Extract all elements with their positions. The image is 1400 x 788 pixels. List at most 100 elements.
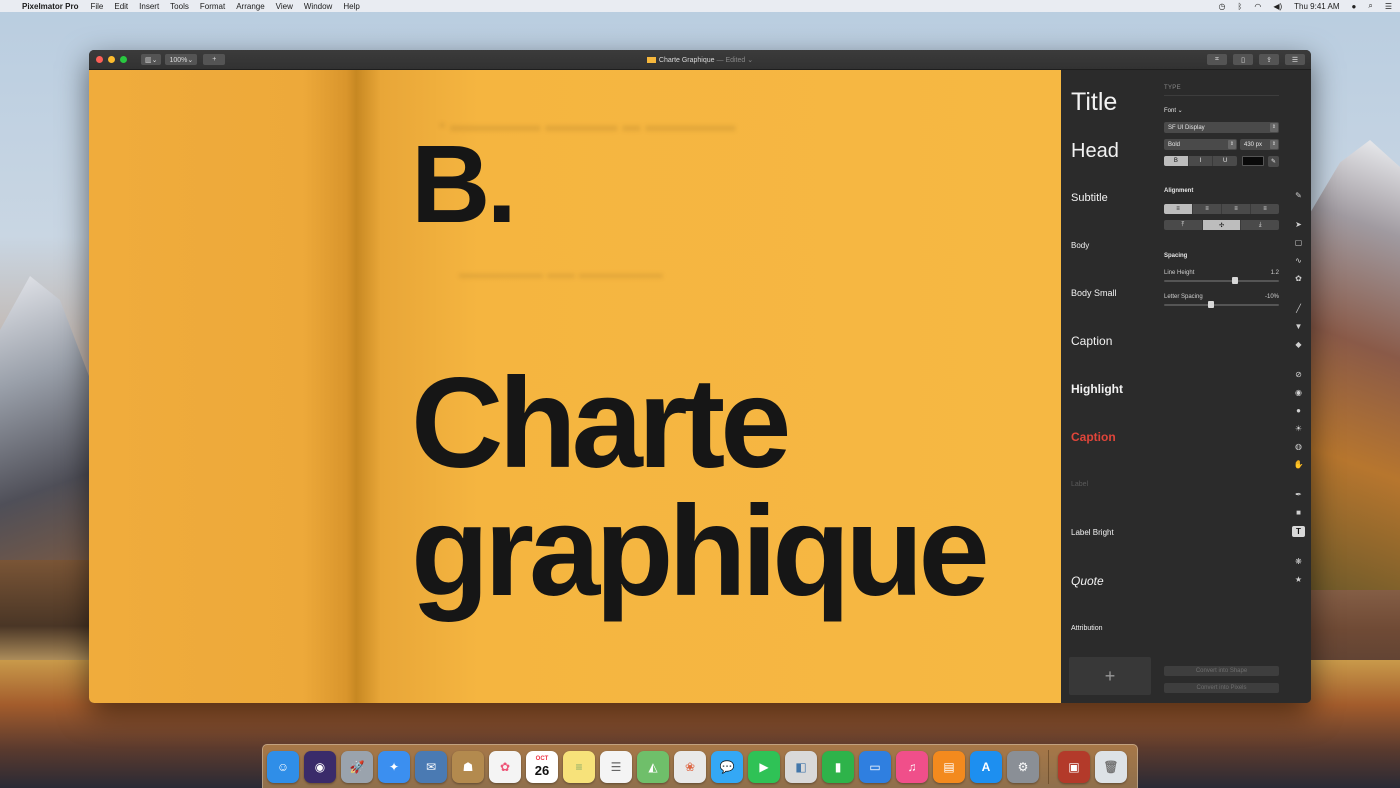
maps-icon[interactable]: ◭ (637, 750, 669, 783)
align-justify-button[interactable]: ≡ (1251, 204, 1279, 214)
ibooks-icon[interactable]: ▤ (933, 750, 965, 783)
document-canvas[interactable]: ▪ ▬▬▬▬▬ ▬▬▬▬ ▬ ▬▬▬▬▬ ▬▬▬▬▬▬ ▬▬ ▬▬▬▬▬▬ B.… (89, 70, 1061, 703)
style-attribution[interactable]: Attribution (1071, 625, 1103, 632)
align-bottom-button[interactable]: ⤓ (1241, 220, 1279, 230)
menu-window[interactable]: Window (304, 2, 332, 11)
launchpad-icon[interactable]: 🚀 (341, 750, 373, 783)
pixelmator-pro-icon[interactable]: ▣ (1058, 750, 1090, 783)
line-height-value[interactable]: 1.2 (1271, 270, 1279, 276)
volume-icon[interactable]: ◀) (1273, 2, 1282, 11)
view-mode-button[interactable]: ▥⌄ (141, 54, 162, 65)
crop-icon[interactable]: ⌗ (1207, 54, 1227, 65)
eraser-icon[interactable]: ◆ (1292, 339, 1305, 350)
notification-center-icon[interactable]: ☰ (1385, 2, 1392, 11)
notes-icon[interactable]: ≡ (563, 750, 595, 783)
document-info-icon[interactable]: ▯ (1233, 54, 1253, 65)
align-center-button[interactable]: ≡ (1193, 204, 1222, 214)
spotlight-icon[interactable]: ⌕ (1368, 1, 1372, 11)
edited-status[interactable]: — Edited ⌄ (717, 57, 754, 64)
tools-panel-icon[interactable]: ☰ (1285, 54, 1305, 65)
font-label[interactable]: Font ⌄ (1164, 107, 1183, 114)
style-subtitle[interactable]: Subtitle (1071, 192, 1108, 204)
menu-insert[interactable]: Insert (139, 2, 159, 11)
menu-arrange[interactable]: Arrange (236, 2, 264, 11)
menu-help[interactable]: Help (343, 2, 359, 11)
time-machine-icon[interactable]: ◷ (1219, 2, 1226, 11)
trash-icon[interactable]: 🗑 (1095, 750, 1127, 783)
style-caption-red[interactable]: Caption (1071, 430, 1116, 444)
canvas-letter-b[interactable]: B. (411, 130, 517, 240)
app-menu[interactable]: Pixelmator Pro (22, 2, 78, 11)
style-highlight[interactable]: Highlight (1071, 382, 1123, 396)
add-button[interactable]: + (203, 54, 226, 65)
photos-library-icon[interactable]: ❀ (674, 750, 706, 783)
share-icon[interactable]: ⇪ (1259, 54, 1279, 65)
pen-tool-icon[interactable]: ✒ (1292, 489, 1305, 500)
zoom-button[interactable]: 100%⌄ (165, 54, 198, 65)
close-window-button[interactable] (96, 56, 103, 63)
clone-tool-icon[interactable]: ◉ (1292, 387, 1305, 398)
style-body[interactable]: Body (1071, 241, 1089, 250)
menu-format[interactable]: Format (200, 2, 225, 11)
menubar-clock[interactable]: Thu 9:41 AM (1294, 2, 1339, 11)
paint-brush-icon[interactable]: ╱ (1292, 303, 1305, 314)
lighten-tool-icon[interactable]: ☀ (1292, 423, 1305, 434)
photos-icon[interactable]: ✿ (489, 750, 521, 783)
underline-button[interactable]: U (1213, 156, 1237, 166)
letter-spacing-track[interactable] (1164, 304, 1279, 306)
sponge-tool-icon[interactable]: ◍ (1292, 441, 1305, 452)
wifi-icon[interactable]: ◠ (1254, 2, 1261, 11)
style-caption[interactable]: Caption (1071, 334, 1112, 348)
selection-tool-icon[interactable]: ▢ (1292, 237, 1305, 248)
align-right-button[interactable]: ≡ (1222, 204, 1251, 214)
font-family-select[interactable]: SF UI Display ⇕ (1164, 122, 1279, 133)
finder-icon[interactable]: ☺ (267, 750, 299, 783)
minimize-window-button[interactable] (108, 56, 115, 63)
style-label-bright[interactable]: Label Bright (1071, 528, 1114, 537)
style-quote[interactable]: Quote (1071, 574, 1104, 588)
bluetooth-icon[interactable]: ᛒ (1238, 2, 1243, 11)
line-height-track[interactable] (1164, 280, 1279, 282)
style-tool-icon[interactable]: ✎ (1292, 190, 1305, 201)
font-size-field[interactable]: 430 px ⇕ (1240, 139, 1279, 150)
mail-stamp-icon[interactable]: ✉ (415, 750, 447, 783)
arrange-tool-icon[interactable]: ➤ (1292, 219, 1305, 230)
menu-view[interactable]: View (276, 2, 293, 11)
quick-selection-icon[interactable]: ✿ (1292, 273, 1305, 284)
app-store-icon[interactable]: A (970, 750, 1002, 783)
style-title[interactable]: Title (1071, 88, 1117, 117)
calendar-icon[interactable]: OCT 26 (526, 750, 558, 783)
siri-icon[interactable]: ◉ (304, 750, 336, 783)
text-color-swatch[interactable] (1242, 156, 1264, 166)
fullscreen-window-button[interactable] (120, 56, 127, 63)
align-left-button[interactable]: ≡ (1164, 204, 1193, 214)
line-height-thumb[interactable] (1232, 277, 1238, 284)
eyedropper-icon[interactable]: ✎ (1268, 156, 1279, 167)
menu-file[interactable]: File (90, 2, 103, 11)
user-icon[interactable]: ● (1352, 2, 1357, 11)
bold-button[interactable]: B (1164, 156, 1189, 166)
messages-icon[interactable]: 💬 (711, 750, 743, 783)
contacts-icon[interactable]: ☗ (452, 750, 484, 783)
type-tool-icon[interactable]: T (1292, 526, 1305, 537)
paint-bucket-icon[interactable]: ▼ (1292, 321, 1305, 332)
add-style-button[interactable]: + (1069, 657, 1151, 695)
shape-tool-icon[interactable]: ■ (1292, 507, 1305, 518)
safari-icon[interactable]: ✦ (378, 750, 410, 783)
style-head[interactable]: Head (1071, 140, 1119, 163)
lasso-tool-icon[interactable]: ∿ (1292, 255, 1305, 266)
style-label[interactable]: Label (1071, 481, 1088, 488)
style-body-small[interactable]: Body Small (1071, 288, 1117, 298)
blur-tool-icon[interactable]: ● (1292, 405, 1305, 416)
align-top-button[interactable]: ⤒ (1164, 220, 1203, 230)
numbers-icon[interactable]: ▮ (822, 750, 854, 783)
font-weight-select[interactable]: Bold ⇕ (1164, 139, 1237, 150)
italic-button[interactable]: I (1189, 156, 1214, 166)
system-preferences-icon[interactable]: ⚙ (1007, 750, 1039, 783)
document-name[interactable]: Charte Graphique (659, 57, 715, 64)
convert-into-shape-button[interactable]: Convert into Shape (1164, 666, 1279, 676)
repair-tool-icon[interactable]: ⊘ (1292, 369, 1305, 380)
convert-into-pixels-button[interactable]: Convert into Pixels (1164, 683, 1279, 693)
menu-edit[interactable]: Edit (114, 2, 128, 11)
facetime-icon[interactable]: ▶ (748, 750, 780, 783)
